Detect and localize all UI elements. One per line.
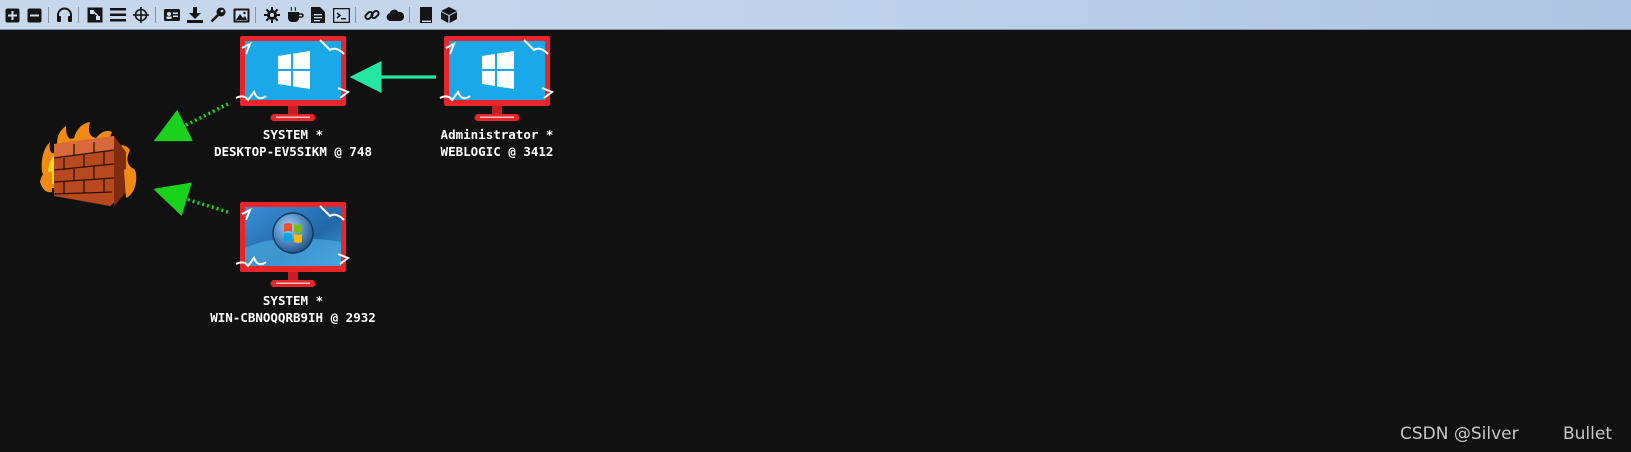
pivot-graph[interactable]: SYSTEM * DESKTOP-EV5SIKM @ 748 Administr… — [0, 30, 1631, 452]
download-icon[interactable] — [186, 6, 204, 24]
desktop-host: DESKTOP-EV5SIKM @ 748 — [213, 144, 373, 159]
firewall-icon — [40, 122, 137, 206]
graph-canvas — [40, 36, 555, 287]
package-icon[interactable] — [440, 6, 458, 24]
toolbar-separator — [409, 7, 410, 23]
toolbar-separator — [255, 7, 256, 23]
headset-icon[interactable] — [55, 6, 73, 24]
weblogic-monitor-icon — [439, 36, 555, 121]
screenshot-icon[interactable] — [232, 6, 250, 24]
toolbar-separator — [355, 7, 356, 23]
disconnect-icon[interactable] — [25, 6, 43, 24]
coffee-icon[interactable] — [286, 6, 304, 24]
weblogic-host: WEBLOGIC @ 3412 — [440, 144, 554, 159]
weblogic-node-label[interactable]: Administrator * WEBLOGIC @ 3412 — [414, 126, 580, 160]
desktop-node-label[interactable]: SYSTEM * DESKTOP-EV5SIKM @ 748 — [190, 126, 396, 160]
link-icon[interactable] — [363, 6, 381, 24]
session-table-icon[interactable] — [109, 6, 127, 24]
toolbar-separator — [155, 7, 156, 23]
win7-monitor-icon — [235, 202, 351, 287]
target-icon[interactable] — [132, 6, 150, 24]
toolbar-separator — [78, 7, 79, 23]
watermark-author: CSDN @Silver — [1400, 424, 1519, 444]
cloud-icon[interactable] — [386, 6, 404, 24]
credentials-icon[interactable] — [163, 6, 181, 24]
key-icon[interactable] — [209, 6, 227, 24]
desktop-user: SYSTEM * — [262, 127, 324, 142]
toolbar — [0, 0, 1631, 30]
terminal-icon[interactable] — [332, 6, 350, 24]
connect-icon[interactable] — [3, 6, 21, 24]
edge-win7-to-firewall — [153, 182, 229, 216]
win7-user: SYSTEM * — [262, 293, 324, 308]
toolbar-separator — [48, 7, 49, 23]
weblogic-user: Administrator * — [440, 127, 554, 142]
win7-node-label[interactable]: SYSTEM * WIN-CBNOQQRB9IH @ 2932 — [186, 292, 400, 326]
pivot-graph-icon[interactable] — [86, 6, 104, 24]
watermark-suffix: Bullet — [1563, 424, 1613, 444]
settings-icon[interactable] — [263, 6, 281, 24]
book-icon[interactable] — [417, 6, 435, 24]
win7-host: WIN-CBNOQQRB9IH @ 2932 — [210, 310, 376, 325]
desktop-monitor-icon — [235, 36, 351, 121]
document-icon[interactable] — [309, 6, 327, 24]
